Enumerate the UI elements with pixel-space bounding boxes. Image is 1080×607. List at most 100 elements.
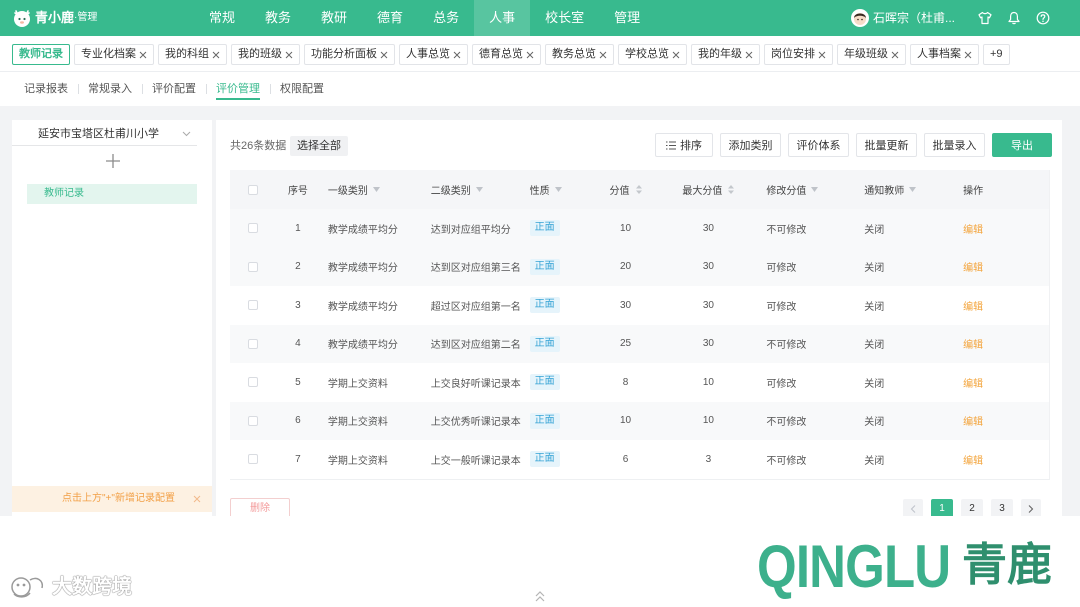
shirt-icon[interactable] [978, 11, 992, 25]
edit-link[interactable]: 编辑 [963, 413, 983, 428]
edit-link[interactable]: 编辑 [963, 336, 983, 351]
export-button[interactable]: 导出 [992, 133, 1052, 157]
batch-update-button[interactable]: 批量更新 [856, 133, 917, 157]
nav-item-general-affairs[interactable]: 总务 [418, 0, 474, 36]
row-checkbox[interactable] [248, 415, 258, 426]
row-checkbox[interactable] [248, 377, 258, 388]
page-button[interactable]: 1 [931, 499, 953, 516]
user-name[interactable]: 石晖宗（杜甫... [873, 0, 957, 36]
close-icon[interactable] [818, 51, 826, 59]
tab-my-class[interactable]: 我的班级 [231, 44, 300, 65]
nav-item-personnel[interactable]: 人事 [474, 0, 531, 36]
column-header-secondary-category[interactable]: 二级类别 [423, 170, 522, 209]
filter-icon[interactable] [909, 187, 917, 192]
edit-link[interactable]: 编辑 [963, 298, 983, 313]
tab-analysis-panel[interactable]: 功能分析面板 [304, 44, 395, 65]
subnav-item-routine-entry[interactable]: 常规录入 [78, 81, 142, 100]
row-select-cell [230, 402, 276, 441]
tab-personnel-overview[interactable]: 人事总览 [399, 44, 468, 65]
subnav-item-evaluation-config[interactable]: 评价配置 [142, 81, 206, 100]
edit-link[interactable]: 编辑 [963, 221, 983, 236]
cell-text: 3 [295, 299, 301, 311]
tab-teacher-records[interactable]: 教师记录 [12, 44, 70, 65]
tab-my-grade[interactable]: 我的年级 [691, 44, 760, 65]
tab-school-overview[interactable]: 学校总览 [618, 44, 687, 65]
batch-entry-button[interactable]: 批量录入 [924, 133, 985, 157]
nav-item-research[interactable]: 教研 [306, 0, 362, 36]
column-header-score[interactable]: 分值 [582, 170, 670, 209]
column-header-primary-category[interactable]: 一级类别 [320, 170, 423, 209]
tab-moral-overview[interactable]: 德育总览 [472, 44, 541, 65]
subnav-item-label: 常规录入 [88, 83, 132, 95]
sort-button[interactable]: 排序 [655, 133, 713, 157]
close-icon[interactable] [139, 51, 147, 59]
next-page-button[interactable] [1021, 499, 1041, 516]
column-header-max-score[interactable]: 最大分值 [669, 170, 747, 209]
edit-link[interactable]: 编辑 [963, 375, 983, 390]
sort-button-label: 排序 [680, 140, 702, 152]
plus-icon[interactable] [104, 152, 122, 170]
row-checkbox[interactable] [248, 261, 258, 272]
row-checkbox[interactable] [248, 300, 258, 311]
prev-page-button[interactable] [903, 499, 923, 516]
nav-item-moral-education[interactable]: 德育 [362, 0, 418, 36]
row-checkbox[interactable] [248, 454, 258, 465]
select-all-button[interactable]: 选择全部 [290, 136, 348, 156]
bell-icon[interactable] [1007, 11, 1021, 25]
nav-item-principal-office[interactable]: 校长室 [530, 0, 599, 36]
school-select[interactable]: 延安市宝塔区杜甫川小学 [12, 124, 197, 146]
tab-my-subject-group[interactable]: 我的科组 [158, 44, 227, 65]
filter-icon[interactable] [554, 187, 562, 192]
tab-grade-class[interactable]: 年级班级 [837, 44, 906, 65]
filter-icon[interactable] [372, 187, 380, 192]
delete-button[interactable]: 删除 [230, 498, 290, 516]
nav-item-admin[interactable]: 管理 [599, 0, 655, 36]
cell-text: 关闭 [864, 378, 885, 390]
select-all-checkbox[interactable] [248, 184, 258, 195]
tab-academic-overview[interactable]: 教务总览 [545, 44, 614, 65]
close-icon[interactable] [599, 51, 607, 59]
subnav-item-evaluation-management[interactable]: 评价管理 [206, 81, 270, 100]
sidebar-item-teacher-records[interactable]: 教师记录 [27, 184, 197, 204]
close-icon[interactable] [672, 51, 680, 59]
brand-logo-latin: QINGLU [757, 533, 951, 600]
subnav-item-record-reports[interactable]: 记录报表 [14, 81, 78, 100]
app-logo[interactable]: 青小鹿 ·管理 [12, 8, 97, 28]
page-button[interactable]: 3 [991, 499, 1013, 516]
sort-icon[interactable] [635, 185, 642, 194]
tab-post-arrangement[interactable]: 岗位安排 [764, 44, 833, 65]
column-header-nature[interactable]: 性质 [522, 170, 582, 209]
page-button[interactable]: 2 [961, 499, 983, 516]
sort-icon[interactable] [728, 185, 735, 194]
close-icon[interactable] [745, 51, 753, 59]
subnav-item-permission-config[interactable]: 权限配置 [270, 81, 334, 100]
nav-item-academic[interactable]: 教务 [250, 0, 306, 36]
filter-icon[interactable] [475, 187, 483, 192]
row-checkbox[interactable] [248, 223, 258, 234]
close-icon[interactable] [453, 51, 461, 59]
close-icon[interactable] [380, 51, 388, 59]
close-icon[interactable] [891, 51, 899, 59]
evaluation-system-button[interactable]: 评价体系 [788, 133, 849, 157]
column-header-notify-teacher[interactable]: 通知教师 [856, 170, 955, 209]
edit-link[interactable]: 编辑 [963, 452, 983, 467]
close-icon[interactable] [285, 51, 293, 59]
more-tabs-button[interactable]: +9 [983, 44, 1010, 65]
tab-personnel-archive[interactable]: 人事档案 [910, 44, 979, 65]
add-category-button[interactable]: 添加类别 [720, 133, 781, 157]
edit-link[interactable]: 编辑 [963, 259, 983, 274]
close-icon[interactable] [212, 51, 220, 59]
double-chevron-up-icon[interactable] [534, 590, 546, 603]
close-icon[interactable] [964, 51, 972, 59]
close-icon[interactable] [526, 51, 534, 59]
nature-tag: 正面 [529, 412, 560, 429]
column-header-score-editable[interactable]: 修改分值 [747, 170, 856, 209]
filter-icon[interactable] [811, 187, 819, 192]
row-checkbox[interactable] [248, 338, 258, 349]
tab-professional-archive[interactable]: 专业化档案 [74, 44, 154, 65]
user-avatar[interactable] [851, 9, 869, 27]
close-icon[interactable] [193, 495, 201, 503]
help-icon[interactable] [1036, 11, 1050, 25]
cell-text: 10 [702, 415, 714, 427]
nav-item-routine[interactable]: 常规 [194, 0, 250, 36]
